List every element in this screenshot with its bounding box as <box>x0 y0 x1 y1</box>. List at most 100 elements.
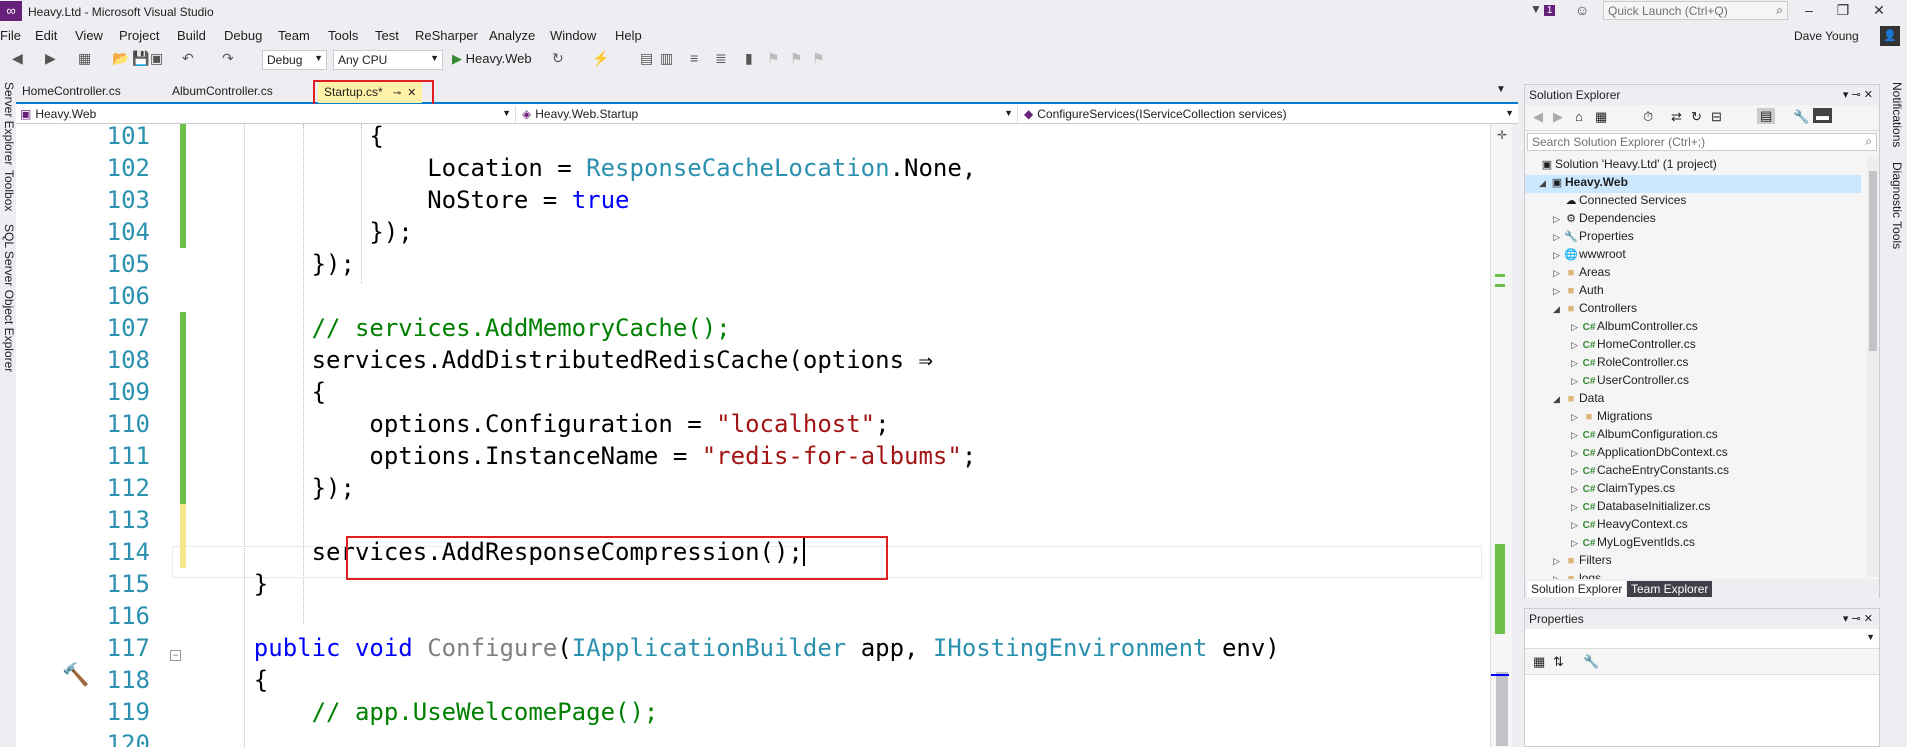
menu-resharper[interactable]: ReSharper <box>415 28 478 43</box>
bookmark-prev-icon[interactable]: ⚑ <box>767 50 780 67</box>
new-project-icon[interactable]: ▦ <box>78 50 91 67</box>
notifications-flag-icon[interactable]: ▼ 1 <box>1530 2 1556 16</box>
code-editor[interactable]: 101 { 102 Location = ResponseCacheLocati… <box>16 124 1490 747</box>
class-dropdown[interactable]: ◈ Heavy.Web.Startup ▼ <box>518 106 1018 123</box>
tree-item-solution[interactable]: ▣ Solution 'Heavy.Ltd' (1 project) <box>1529 157 1717 175</box>
tab-albumcontroller[interactable]: AlbumController.cs <box>172 84 273 98</box>
bookmark-clear-icon[interactable]: ⚑ <box>812 50 825 67</box>
collapse-toggle[interactable]: − <box>170 650 181 661</box>
code-line[interactable]: 106 <box>46 280 1490 312</box>
quick-action-hammer-icon[interactable]: 🔨 <box>62 662 89 688</box>
feedback-icon[interactable]: ☺ <box>1575 2 1589 18</box>
panel-buttons[interactable]: ▾ ⊸ ✕ <box>1843 88 1873 101</box>
code-line[interactable]: 111 options.InstanceName = "redis-for-al… <box>46 440 1490 472</box>
menu-help[interactable]: Help <box>615 28 642 43</box>
code-line[interactable]: 103 NoStore = true <box>46 184 1490 216</box>
tree-item-databaseinitializer[interactable]: ▷ C# DatabaseInitializer.cs <box>1571 499 1710 517</box>
code-line[interactable]: 102 Location = ResponseCacheLocation.Non… <box>46 152 1490 184</box>
code-line[interactable]: 105 }); <box>46 248 1490 280</box>
tree-item-data[interactable]: ◢ ■ Data <box>1553 391 1604 409</box>
format-icon[interactable]: ▤ <box>640 50 653 67</box>
tab-homecontroller[interactable]: HomeController.cs <box>22 84 121 98</box>
bookmark-icon[interactable]: ▮ <box>745 50 753 67</box>
code-line[interactable]: 117 public void Configure(IApplicationBu… <box>46 632 1490 664</box>
quick-launch-input[interactable]: Quick Launch (Ctrl+Q) ⌕ <box>1603 1 1788 20</box>
back-icon[interactable]: ◀ <box>1533 109 1543 125</box>
scrollbar-thumb[interactable] <box>1869 171 1877 351</box>
close-window-button[interactable]: ✕ <box>1862 0 1896 22</box>
alphabetical-icon[interactable]: ⇅ <box>1553 654 1564 670</box>
tree-item-applicationdbcontext[interactable]: ▷ C# ApplicationDbContext.cs <box>1571 445 1728 463</box>
show-all-files-icon[interactable]: ▤ <box>1757 108 1776 124</box>
toolbox-tab[interactable]: Toolbox <box>0 170 16 211</box>
collapse-all-icon[interactable]: ⊟ <box>1711 109 1722 125</box>
tree-item-project[interactable]: ◢ ▣ Heavy.Web <box>1525 175 1861 193</box>
tree-item-connected-services[interactable]: ☁ Connected Services <box>1553 193 1687 211</box>
member-dropdown[interactable]: ◆ ConfigureServices(IServiceCollection se… <box>1020 106 1518 123</box>
undo-icon[interactable]: ↶ <box>182 50 194 67</box>
code-line[interactable]: 101 { <box>46 124 1490 152</box>
tree-item-rolecontroller[interactable]: ▷ C# RoleController.cs <box>1571 355 1688 373</box>
server-explorer-tab[interactable]: Server Explorer <box>0 82 16 165</box>
code-line[interactable]: 112 }); <box>46 472 1490 504</box>
tree-item-auth[interactable]: ▷ ■ Auth <box>1553 283 1604 301</box>
tree-item-dependencies[interactable]: ▷ ⚙ Dependencies <box>1553 211 1656 229</box>
tree-item-homecontroller[interactable]: ▷ C# HomeController.cs <box>1571 337 1696 355</box>
sync-icon[interactable]: ⇄ <box>1671 109 1682 125</box>
code-line[interactable]: 113 <box>46 504 1490 536</box>
tab-solution-explorer[interactable]: Solution Explorer <box>1527 581 1627 597</box>
configuration-dropdown[interactable]: Debug ▼ <box>262 50 327 70</box>
save-icon[interactable]: 💾 <box>132 50 149 67</box>
tree-item-wwwroot[interactable]: ▷ 🌐wwwroot <box>1553 247 1626 265</box>
scrollbar-thumb[interactable] <box>1496 672 1508 746</box>
solution-scrollbar[interactable] <box>1867 157 1879 577</box>
code-line[interactable]: 116 <box>46 600 1490 632</box>
browser-link-icon[interactable]: ⚡ <box>592 50 609 67</box>
solution-search-input[interactable]: Search Solution Explorer (Ctrl+;) ⌕ <box>1527 133 1877 151</box>
tree-item-albumconfiguration[interactable]: ▷ C# AlbumConfiguration.cs <box>1571 427 1718 445</box>
split-icon[interactable]: ✛ <box>1497 128 1507 142</box>
notifications-tab[interactable]: Notifications <box>1888 82 1904 147</box>
platform-dropdown[interactable]: Any CPU ▼ <box>333 50 443 70</box>
user-name[interactable]: Dave Young <box>1794 29 1859 43</box>
tree-item-areas[interactable]: ▷ ■ Areas <box>1553 265 1610 283</box>
start-debug-button[interactable]: ▶ Heavy.Web <box>452 51 532 67</box>
menu-edit[interactable]: Edit <box>35 28 57 43</box>
open-file-icon[interactable]: 📂 <box>112 50 129 67</box>
menu-window[interactable]: Window <box>550 28 596 43</box>
preview-icon[interactable]: ▬ <box>1813 108 1832 123</box>
bookmark-next-icon[interactable]: ⚑ <box>790 50 803 67</box>
menu-debug[interactable]: Debug <box>224 28 262 43</box>
code-line[interactable]: 110 options.Configuration = "localhost"; <box>46 408 1490 440</box>
categorized-icon[interactable]: ▦ <box>1533 654 1545 670</box>
tree-item-heavycontext[interactable]: ▷ C# HeavyContext.cs <box>1571 517 1688 535</box>
restore-button[interactable]: ❐ <box>1826 0 1860 22</box>
step-icon[interactable]: ▥ <box>660 50 673 67</box>
uncomment-icon[interactable]: ≣ <box>715 50 727 67</box>
menu-file[interactable]: File <box>0 28 21 43</box>
redo-icon[interactable]: ↷ <box>222 50 234 67</box>
save-all-icon[interactable]: ▣ <box>150 50 163 67</box>
code-line[interactable]: 118 { <box>46 664 1490 696</box>
properties-wrench-icon[interactable]: 🔧 <box>1793 109 1809 125</box>
navigate-forward-icon[interactable]: ▶ <box>45 50 56 67</box>
tree-item-cacheentryconstants[interactable]: ▷ C# CacheEntryConstants.cs <box>1571 463 1729 481</box>
tree-item-albumcontroller[interactable]: ▷ C# AlbumController.cs <box>1571 319 1698 337</box>
menu-tools[interactable]: Tools <box>328 28 358 43</box>
comment-icon[interactable]: ≡ <box>690 50 698 66</box>
forward-icon[interactable]: ▶ <box>1553 109 1563 125</box>
code-line[interactable]: 107 // services.AddMemoryCache(); <box>46 312 1490 344</box>
history-icon[interactable]: ⏱ <box>1643 109 1653 125</box>
tree-item-mylogeventids[interactable]: ▷ C# MyLogEventIds.cs <box>1571 535 1695 553</box>
navigate-back-icon[interactable]: ◀ <box>12 50 23 67</box>
menu-project[interactable]: Project <box>119 28 159 43</box>
chevron-down-icon[interactable]: ▼ <box>1496 84 1506 95</box>
menu-build[interactable]: Build <box>177 28 206 43</box>
tree-item-logs[interactable]: ▷ ■ logs <box>1553 571 1601 579</box>
code-line[interactable]: 109 { <box>46 376 1490 408</box>
refresh-icon[interactable]: ↻ <box>552 50 564 67</box>
panel-buttons[interactable]: ▾ ⊸ ✕ <box>1843 612 1873 625</box>
diagnostic-tools-tab[interactable]: Diagnostic Tools <box>1888 162 1904 249</box>
code-line[interactable]: 119 // app.UseWelcomePage(); <box>46 696 1490 728</box>
switch-views-icon[interactable]: ▦ <box>1595 109 1607 125</box>
